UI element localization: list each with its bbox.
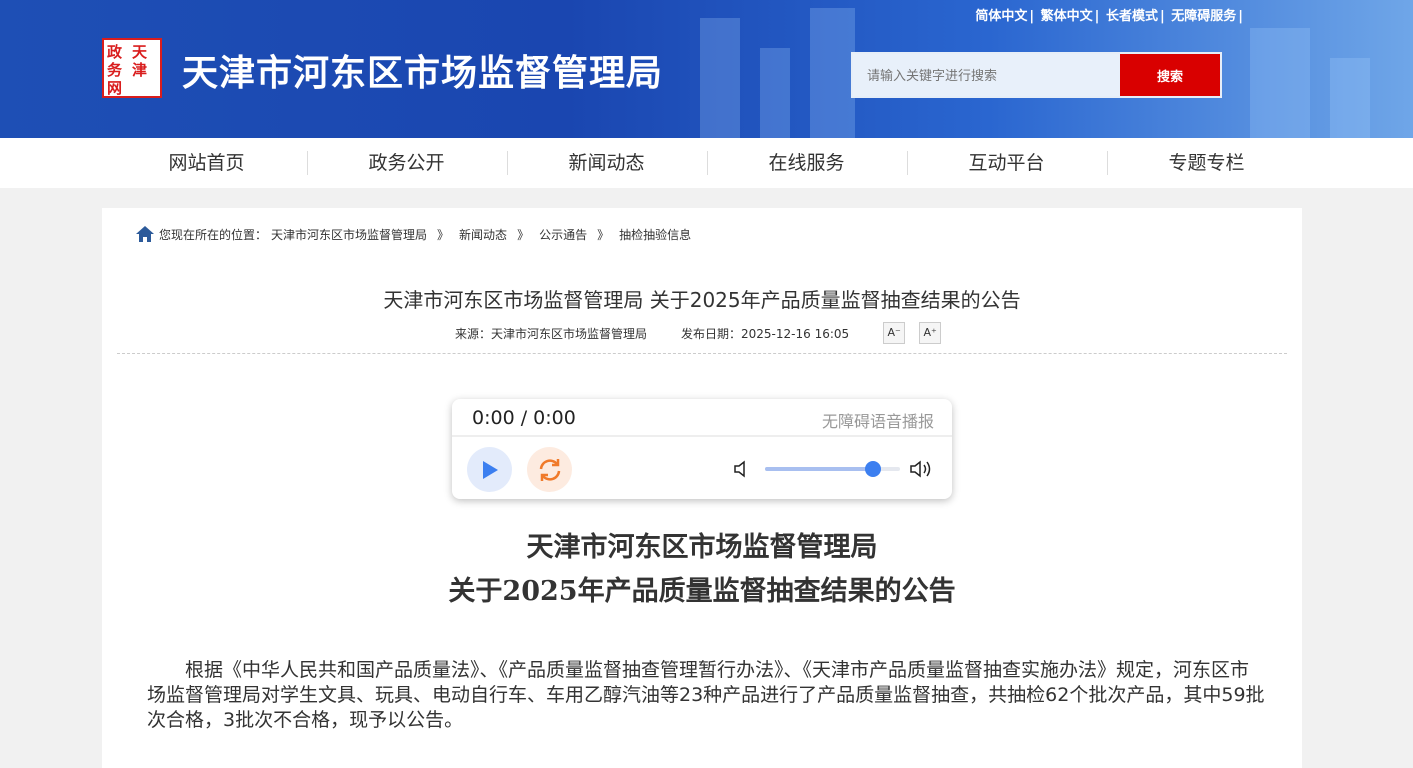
audio-player: 0:00 / 0:00 无障碍语音播报 (452, 399, 952, 499)
publish-date: 发布日期：2025-12-16 16:05 (681, 326, 850, 341)
breadcrumb: 您现在所在的位置： 天津市河东区市场监督管理局 》新闻动态 》公示通告 》抽检抽验… (135, 225, 691, 243)
article-body: 根据《中华人民共和国产品质量法》、《产品质量监督抽查管理暂行办法》、《天津市产品… (147, 659, 1265, 731)
article-container: 您现在所在的位置： 天津市河东区市场监督管理局 》新闻动态 》公示通告 》抽检抽验… (102, 208, 1302, 768)
volume-low-icon[interactable] (734, 460, 750, 478)
article-meta: 来源：天津市河东区市场监督管理局 发布日期：2025-12-16 16:05 A… (455, 322, 942, 344)
link-accessibility[interactable]: 无障碍服务 (1171, 9, 1236, 24)
logo-seal[interactable]: 政天务津网 (102, 38, 162, 98)
crumb-bureau[interactable]: 天津市河东区市场监督管理局 (271, 226, 427, 243)
volume-slider[interactable] (765, 461, 900, 477)
article-source: 来源：天津市河东区市场监督管理局 (455, 326, 648, 341)
nav-government-affairs[interactable]: 政务公开 (306, 138, 507, 188)
link-elder-mode[interactable]: 长者模式 (1106, 9, 1158, 24)
crumb-news[interactable]: 新闻动态 (459, 226, 507, 243)
divider (117, 353, 1287, 354)
crumb-inspection[interactable]: 抽检抽验信息 (619, 226, 691, 243)
search-input[interactable] (853, 54, 1120, 96)
link-traditional[interactable]: 繁体中文 (1041, 9, 1093, 24)
volume-high-icon[interactable] (910, 459, 934, 479)
nav-interaction[interactable]: 互动平台 (906, 138, 1107, 188)
nav-home[interactable]: 网站首页 (107, 138, 307, 188)
nav-news[interactable]: 新闻动态 (506, 138, 707, 188)
link-simplified[interactable]: 简体中文 (975, 9, 1027, 24)
replay-button[interactable] (527, 447, 572, 492)
search-button[interactable]: 搜索 (1120, 54, 1220, 96)
article-title: 天津市河东区市场监督管理局 关于2025年产品质量监督抽查结果的公告 (383, 288, 1021, 312)
search-box: 搜索 (851, 52, 1222, 98)
refresh-icon (539, 458, 560, 481)
player-label: 无障碍语音播报 (821, 412, 934, 431)
top-links: 简体中文 | 繁体中文 | 长者模式 | 无障碍服务 | (975, 9, 1243, 24)
nav-online-services[interactable]: 在线服务 (706, 138, 907, 188)
font-increase-button[interactable]: A⁺ (919, 322, 942, 344)
play-icon (482, 460, 498, 479)
crumb-notices[interactable]: 公示通告 (539, 226, 587, 243)
font-decrease-button[interactable]: A⁻ (883, 322, 906, 344)
play-button[interactable] (467, 447, 512, 492)
player-time: 0:00 / 0:00 (472, 407, 576, 429)
document-heading: 天津市河东区市场监督管理局 关于2025年产品质量监督抽查结果的公告 (448, 532, 956, 607)
main-nav: 网站首页 政务公开 新闻动态 在线服务 互动平台 专题专栏 (0, 138, 1413, 188)
nav-special-topics[interactable]: 专题专栏 (1106, 138, 1307, 188)
home-icon (136, 226, 154, 242)
site-title: 天津市河东区市场监督管理局 (182, 53, 664, 94)
header: 简体中文 | 繁体中文 | 长者模式 | 无障碍服务 | 政天务津网 天津市河东区市场监… (0, 0, 1413, 138)
